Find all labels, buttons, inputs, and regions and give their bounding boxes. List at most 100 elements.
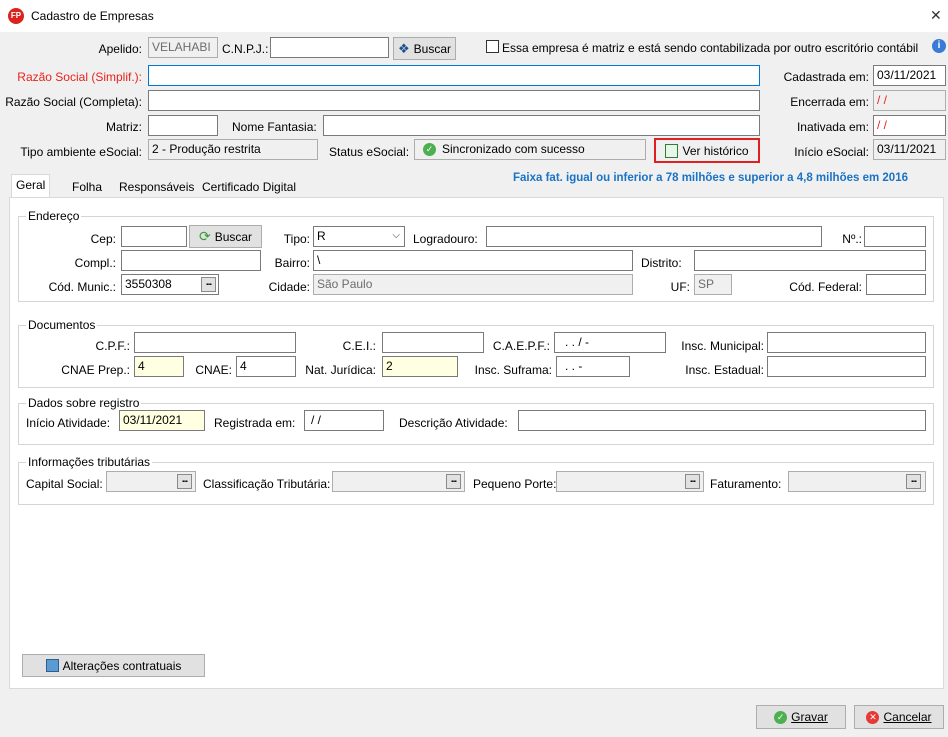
- insc-municipal-input[interactable]: [767, 332, 926, 353]
- tab-responsaveis[interactable]: Responsáveis: [114, 176, 199, 198]
- faturamento-lookup-button[interactable]: ...: [906, 474, 921, 489]
- encerrada-field: / /: [873, 90, 946, 111]
- gravar-button[interactable]: ✓ Gravar: [756, 705, 846, 729]
- inicio-esocial-label: Início eSocial:: [794, 145, 869, 159]
- cod-federal-input[interactable]: [866, 274, 926, 295]
- cep-input[interactable]: [121, 226, 187, 247]
- registrada-em-input[interactable]: / /: [304, 410, 384, 431]
- ver-historico-button[interactable]: Ver histórico: [654, 138, 760, 163]
- window-title: Cadastro de Empresas: [31, 9, 154, 23]
- close-window-icon[interactable]: ✕: [930, 8, 942, 22]
- logradouro-input[interactable]: [486, 226, 822, 247]
- tab-certificado-digital[interactable]: Certificado Digital: [197, 176, 301, 198]
- gravar-label: Gravar: [791, 710, 828, 724]
- razao-completa-input[interactable]: [148, 90, 760, 111]
- tab-folha[interactable]: Folha: [67, 176, 107, 198]
- info-icon[interactable]: i: [932, 39, 946, 53]
- cod-munic-label: Cód. Munic.:: [48, 280, 116, 294]
- caepf-input[interactable]: . . / -: [554, 332, 666, 353]
- insc-suframa-input[interactable]: . . -: [556, 356, 630, 377]
- uf-label: UF:: [670, 280, 690, 294]
- status-esocial-label: Status eSocial:: [329, 145, 410, 159]
- cep-search-button[interactable]: ⟳ Buscar: [189, 225, 262, 248]
- cpf-input[interactable]: [134, 332, 296, 353]
- capital-social-label: Capital Social:: [26, 477, 103, 491]
- cadastrada-label: Cadastrada em:: [783, 70, 869, 84]
- registrada-em-label: Registrada em:: [214, 416, 296, 430]
- insc-suframa-label: Insc. Suframa:: [474, 363, 552, 377]
- matriz-checkbox-label: Essa empresa é matriz e está sendo conta…: [502, 41, 919, 55]
- nat-juridica-input[interactable]: 2: [382, 356, 458, 377]
- nat-juridica-label: Nat. Jurídica:: [305, 363, 376, 377]
- insc-municipal-label: Insc. Municipal:: [681, 339, 764, 353]
- bairro-label: Bairro:: [274, 256, 310, 270]
- encerrada-label: Encerrada em:: [790, 95, 869, 109]
- razao-completa-label: Razão Social (Completa):: [5, 95, 142, 109]
- alteracoes-contratuais-button[interactable]: Alterações contratuais: [22, 654, 205, 677]
- cei-input[interactable]: [382, 332, 484, 353]
- cpf-label: C.P.F.:: [95, 339, 130, 353]
- compl-input[interactable]: [121, 250, 261, 271]
- cod-munic-lookup-button[interactable]: ...: [201, 277, 216, 292]
- alteracoes-contratuais-label: Alterações contratuais: [62, 658, 182, 673]
- distrito-input[interactable]: [694, 250, 926, 271]
- history-document-icon: [665, 143, 679, 158]
- cancel-x-icon: ✕: [866, 710, 880, 724]
- pequeno-porte-lookup-button[interactable]: ...: [685, 474, 700, 489]
- cei-label: C.E.I.:: [342, 339, 376, 353]
- distrito-label: Distrito:: [641, 256, 682, 270]
- apelido-label: Apelido:: [98, 42, 142, 56]
- descricao-atividade-label: Descrição Atividade:: [399, 416, 508, 430]
- faixa-faturamento-notice: Faixa fat. igual ou inferior a 78 milhõe…: [513, 172, 908, 184]
- tipo-select[interactable]: R ⌵: [313, 226, 405, 247]
- refresh-icon: ⟳: [198, 228, 211, 244]
- matriz-checkbox[interactable]: [486, 40, 499, 53]
- tipo-ambiente-field: 2 - Produção restrita: [148, 139, 318, 160]
- status-esocial-value: Sincronizado com sucesso: [442, 142, 585, 156]
- cnpj-search-button-label: Buscar: [413, 41, 451, 56]
- status-esocial-field: ✓ Sincronizado com sucesso: [414, 139, 646, 160]
- compl-label: Compl.:: [74, 256, 116, 270]
- pequeno-porte-field[interactable]: [556, 471, 704, 492]
- nome-fantasia-input[interactable]: [323, 115, 760, 136]
- descricao-atividade-input[interactable]: [518, 410, 926, 431]
- cep-search-button-label: Buscar: [214, 229, 253, 244]
- cidade-label: Cidade:: [268, 280, 310, 294]
- cnae-input[interactable]: 4: [236, 356, 296, 377]
- logradouro-label: Logradouro:: [413, 232, 478, 246]
- cnpj-input[interactable]: [270, 37, 389, 58]
- matriz-label: Matriz:: [106, 120, 142, 134]
- cnpj-search-button[interactable]: ❖ Buscar: [393, 37, 456, 60]
- classificacao-tributaria-label: Classificação Tributária:: [203, 477, 331, 491]
- cnae-prep-input[interactable]: 4: [134, 356, 184, 377]
- numero-input[interactable]: [864, 226, 926, 247]
- contract-edit-icon: [45, 659, 59, 672]
- matriz-input[interactable]: [148, 115, 218, 136]
- caepf-label: C.A.E.P.F.:: [492, 339, 550, 353]
- endereco-title: Endereço: [26, 209, 82, 223]
- tipo-select-value: R: [317, 229, 326, 243]
- inativada-field[interactable]: / /: [873, 115, 946, 136]
- razao-simplif-input[interactable]: [148, 65, 760, 86]
- apelido-field: VELAHABI: [148, 37, 218, 58]
- classificacao-tributaria-lookup-button[interactable]: ...: [446, 474, 461, 489]
- inicio-atividade-input[interactable]: 03/11/2021: [119, 410, 205, 431]
- insc-estadual-label: Insc. Estadual:: [685, 363, 764, 377]
- receita-icon: ❖: [397, 40, 410, 56]
- cancelar-label: Cancelar: [883, 710, 932, 724]
- cancelar-button[interactable]: ✕ Cancelar: [854, 705, 944, 729]
- cadastrada-field[interactable]: 03/11/2021: [873, 65, 946, 86]
- insc-estadual-input[interactable]: [767, 356, 926, 377]
- check-success-icon: ✓: [423, 143, 436, 156]
- inativada-label: Inativada em:: [796, 120, 869, 134]
- capital-social-lookup-button[interactable]: ...: [177, 474, 192, 489]
- documentos-title: Documentos: [26, 318, 98, 332]
- bairro-input[interactable]: \: [313, 250, 633, 271]
- cep-label: Cep:: [90, 232, 116, 246]
- ver-historico-label: Ver histórico: [682, 143, 749, 158]
- tributarias-title: Informações tributárias: [26, 455, 153, 469]
- cnae-label: CNAE:: [195, 363, 232, 377]
- tab-geral[interactable]: Geral: [11, 174, 51, 198]
- cnae-prep-label: CNAE Prep.:: [61, 363, 130, 377]
- app-logo-icon: FP: [8, 8, 24, 24]
